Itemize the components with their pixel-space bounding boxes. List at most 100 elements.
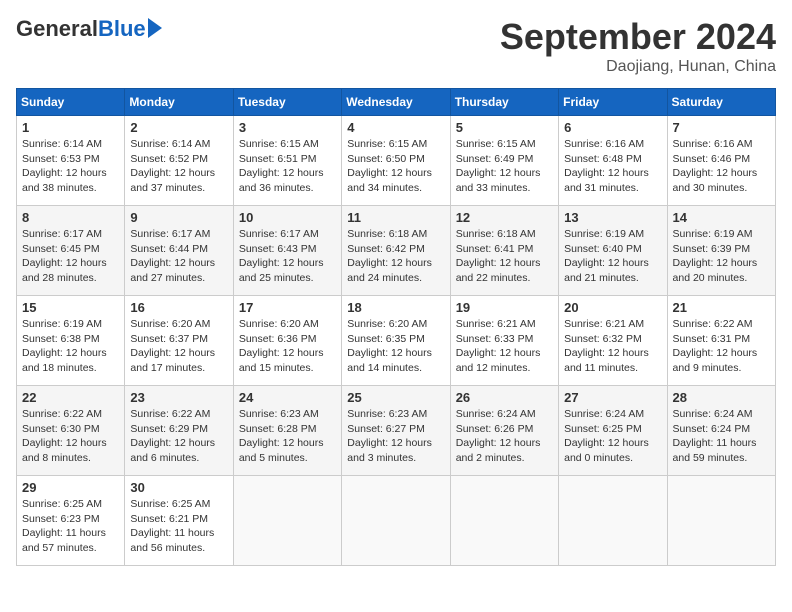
day-number: 10 — [239, 210, 336, 225]
day-info: Sunrise: 6:18 AMSunset: 6:42 PMDaylight:… — [347, 227, 444, 286]
day-number: 25 — [347, 390, 444, 405]
day-info: Sunrise: 6:25 AMSunset: 6:21 PMDaylight:… — [130, 497, 227, 556]
day-info: Sunrise: 6:23 AMSunset: 6:27 PMDaylight:… — [347, 407, 444, 466]
logo-arrow-icon — [148, 18, 162, 38]
col-sunday: Sunday — [17, 89, 125, 116]
col-wednesday: Wednesday — [342, 89, 450, 116]
table-row: 27 Sunrise: 6:24 AMSunset: 6:25 PMDaylig… — [559, 386, 667, 476]
col-tuesday: Tuesday — [233, 89, 341, 116]
day-info: Sunrise: 6:24 AMSunset: 6:24 PMDaylight:… — [673, 407, 770, 466]
table-row: 10 Sunrise: 6:17 AMSunset: 6:43 PMDaylig… — [233, 206, 341, 296]
day-info: Sunrise: 6:17 AMSunset: 6:43 PMDaylight:… — [239, 227, 336, 286]
day-number: 11 — [347, 210, 444, 225]
day-number: 8 — [22, 210, 119, 225]
day-info: Sunrise: 6:19 AMSunset: 6:40 PMDaylight:… — [564, 227, 661, 286]
day-info: Sunrise: 6:22 AMSunset: 6:30 PMDaylight:… — [22, 407, 119, 466]
table-row: 5 Sunrise: 6:15 AMSunset: 6:49 PMDayligh… — [450, 116, 558, 206]
day-info: Sunrise: 6:14 AMSunset: 6:52 PMDaylight:… — [130, 137, 227, 196]
calendar-week-row: 29 Sunrise: 6:25 AMSunset: 6:23 PMDaylig… — [17, 476, 776, 566]
day-info: Sunrise: 6:21 AMSunset: 6:32 PMDaylight:… — [564, 317, 661, 376]
day-info: Sunrise: 6:17 AMSunset: 6:44 PMDaylight:… — [130, 227, 227, 286]
day-number: 13 — [564, 210, 661, 225]
table-row: 13 Sunrise: 6:19 AMSunset: 6:40 PMDaylig… — [559, 206, 667, 296]
calendar-week-row: 22 Sunrise: 6:22 AMSunset: 6:30 PMDaylig… — [17, 386, 776, 476]
table-row: 12 Sunrise: 6:18 AMSunset: 6:41 PMDaylig… — [450, 206, 558, 296]
day-info: Sunrise: 6:15 AMSunset: 6:51 PMDaylight:… — [239, 137, 336, 196]
page-header: General Blue September 2024 Daojiang, Hu… — [16, 16, 776, 76]
day-number: 7 — [673, 120, 770, 135]
table-row — [667, 476, 775, 566]
table-row — [342, 476, 450, 566]
table-row: 20 Sunrise: 6:21 AMSunset: 6:32 PMDaylig… — [559, 296, 667, 386]
day-info: Sunrise: 6:25 AMSunset: 6:23 PMDaylight:… — [22, 497, 119, 556]
day-info: Sunrise: 6:15 AMSunset: 6:49 PMDaylight:… — [456, 137, 553, 196]
day-number: 24 — [239, 390, 336, 405]
logo-blue-text: Blue — [98, 16, 146, 42]
table-row: 26 Sunrise: 6:24 AMSunset: 6:26 PMDaylig… — [450, 386, 558, 476]
col-friday: Friday — [559, 89, 667, 116]
table-row: 29 Sunrise: 6:25 AMSunset: 6:23 PMDaylig… — [17, 476, 125, 566]
table-row: 8 Sunrise: 6:17 AMSunset: 6:45 PMDayligh… — [17, 206, 125, 296]
table-row: 25 Sunrise: 6:23 AMSunset: 6:27 PMDaylig… — [342, 386, 450, 476]
day-info: Sunrise: 6:19 AMSunset: 6:39 PMDaylight:… — [673, 227, 770, 286]
table-row: 18 Sunrise: 6:20 AMSunset: 6:35 PMDaylig… — [342, 296, 450, 386]
table-row: 15 Sunrise: 6:19 AMSunset: 6:38 PMDaylig… — [17, 296, 125, 386]
day-info: Sunrise: 6:16 AMSunset: 6:48 PMDaylight:… — [564, 137, 661, 196]
table-row: 28 Sunrise: 6:24 AMSunset: 6:24 PMDaylig… — [667, 386, 775, 476]
table-row: 16 Sunrise: 6:20 AMSunset: 6:37 PMDaylig… — [125, 296, 233, 386]
table-row: 19 Sunrise: 6:21 AMSunset: 6:33 PMDaylig… — [450, 296, 558, 386]
table-row: 9 Sunrise: 6:17 AMSunset: 6:44 PMDayligh… — [125, 206, 233, 296]
table-row: 14 Sunrise: 6:19 AMSunset: 6:39 PMDaylig… — [667, 206, 775, 296]
day-number: 19 — [456, 300, 553, 315]
day-number: 28 — [673, 390, 770, 405]
day-info: Sunrise: 6:20 AMSunset: 6:36 PMDaylight:… — [239, 317, 336, 376]
table-row: 3 Sunrise: 6:15 AMSunset: 6:51 PMDayligh… — [233, 116, 341, 206]
calendar-week-row: 15 Sunrise: 6:19 AMSunset: 6:38 PMDaylig… — [17, 296, 776, 386]
calendar-header-row: Sunday Monday Tuesday Wednesday Thursday… — [17, 89, 776, 116]
table-row: 1 Sunrise: 6:14 AMSunset: 6:53 PMDayligh… — [17, 116, 125, 206]
day-number: 17 — [239, 300, 336, 315]
day-number: 29 — [22, 480, 119, 495]
day-number: 1 — [22, 120, 119, 135]
logo-general-text: General — [16, 16, 98, 42]
table-row — [233, 476, 341, 566]
day-number: 3 — [239, 120, 336, 135]
day-number: 27 — [564, 390, 661, 405]
day-info: Sunrise: 6:21 AMSunset: 6:33 PMDaylight:… — [456, 317, 553, 376]
table-row: 24 Sunrise: 6:23 AMSunset: 6:28 PMDaylig… — [233, 386, 341, 476]
table-row: 30 Sunrise: 6:25 AMSunset: 6:21 PMDaylig… — [125, 476, 233, 566]
day-info: Sunrise: 6:23 AMSunset: 6:28 PMDaylight:… — [239, 407, 336, 466]
table-row: 4 Sunrise: 6:15 AMSunset: 6:50 PMDayligh… — [342, 116, 450, 206]
day-info: Sunrise: 6:18 AMSunset: 6:41 PMDaylight:… — [456, 227, 553, 286]
calendar-week-row: 1 Sunrise: 6:14 AMSunset: 6:53 PMDayligh… — [17, 116, 776, 206]
day-number: 2 — [130, 120, 227, 135]
day-info: Sunrise: 6:19 AMSunset: 6:38 PMDaylight:… — [22, 317, 119, 376]
day-info: Sunrise: 6:20 AMSunset: 6:35 PMDaylight:… — [347, 317, 444, 376]
calendar-week-row: 8 Sunrise: 6:17 AMSunset: 6:45 PMDayligh… — [17, 206, 776, 296]
month-title: September 2024 — [500, 16, 776, 58]
day-number: 6 — [564, 120, 661, 135]
day-info: Sunrise: 6:24 AMSunset: 6:25 PMDaylight:… — [564, 407, 661, 466]
day-number: 21 — [673, 300, 770, 315]
table-row: 6 Sunrise: 6:16 AMSunset: 6:48 PMDayligh… — [559, 116, 667, 206]
day-number: 18 — [347, 300, 444, 315]
day-number: 23 — [130, 390, 227, 405]
table-row: 7 Sunrise: 6:16 AMSunset: 6:46 PMDayligh… — [667, 116, 775, 206]
day-number: 4 — [347, 120, 444, 135]
table-row: 2 Sunrise: 6:14 AMSunset: 6:52 PMDayligh… — [125, 116, 233, 206]
day-number: 5 — [456, 120, 553, 135]
day-info: Sunrise: 6:22 AMSunset: 6:29 PMDaylight:… — [130, 407, 227, 466]
day-info: Sunrise: 6:22 AMSunset: 6:31 PMDaylight:… — [673, 317, 770, 376]
day-number: 26 — [456, 390, 553, 405]
table-row — [559, 476, 667, 566]
day-number: 9 — [130, 210, 227, 225]
day-info: Sunrise: 6:16 AMSunset: 6:46 PMDaylight:… — [673, 137, 770, 196]
day-info: Sunrise: 6:24 AMSunset: 6:26 PMDaylight:… — [456, 407, 553, 466]
day-number: 12 — [456, 210, 553, 225]
logo: General Blue — [16, 16, 162, 42]
day-info: Sunrise: 6:15 AMSunset: 6:50 PMDaylight:… — [347, 137, 444, 196]
table-row: 22 Sunrise: 6:22 AMSunset: 6:30 PMDaylig… — [17, 386, 125, 476]
col-saturday: Saturday — [667, 89, 775, 116]
day-info: Sunrise: 6:17 AMSunset: 6:45 PMDaylight:… — [22, 227, 119, 286]
calendar-table: Sunday Monday Tuesday Wednesday Thursday… — [16, 88, 776, 566]
